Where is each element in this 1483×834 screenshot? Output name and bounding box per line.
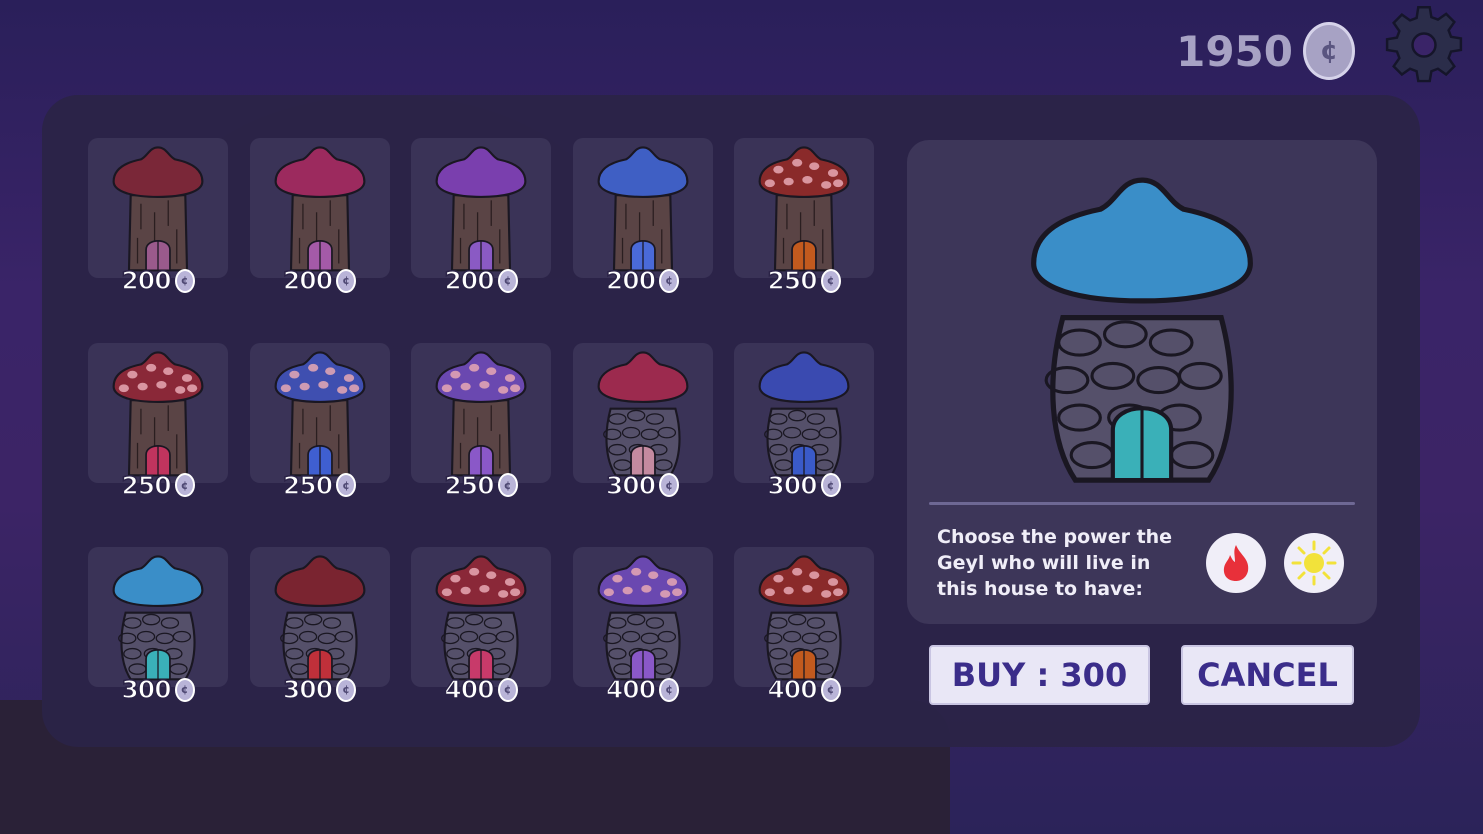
coin-icon: ¢ bbox=[1303, 22, 1355, 80]
house-price: 400 ¢ bbox=[734, 674, 874, 705]
house-image bbox=[758, 555, 850, 681]
divider bbox=[929, 502, 1355, 505]
house-image bbox=[597, 146, 688, 272]
house-image bbox=[758, 350, 850, 476]
house-image bbox=[274, 555, 365, 681]
price-value: 250 bbox=[444, 470, 496, 501]
cancel-button-label: CANCEL bbox=[1197, 656, 1338, 694]
currency-display: 1950 ¢ bbox=[1176, 22, 1355, 80]
house-price: 200 ¢ bbox=[573, 265, 713, 296]
house-card[interactable]: 400 ¢ bbox=[734, 547, 874, 705]
house-price: 400 ¢ bbox=[573, 674, 713, 705]
buy-button[interactable]: BUY : 300 bbox=[929, 645, 1150, 705]
price-value: 200 bbox=[282, 265, 334, 296]
cancel-button[interactable]: CANCEL bbox=[1181, 645, 1354, 705]
house-price: 250 ¢ bbox=[250, 470, 390, 501]
power-prompt: Choose the power the Geyl who will live … bbox=[937, 526, 1173, 600]
house-card[interactable]: 250 ¢ bbox=[411, 342, 551, 500]
price-value: 250 bbox=[121, 470, 173, 501]
fire-icon bbox=[1223, 545, 1249, 581]
house-price: 200 ¢ bbox=[411, 265, 551, 296]
house-card[interactable]: 400 ¢ bbox=[411, 547, 551, 705]
price-value: 300 bbox=[282, 674, 334, 705]
price-value: 300 bbox=[605, 470, 657, 501]
coin-icon: ¢ bbox=[174, 268, 195, 293]
house-price: 300 ¢ bbox=[88, 674, 228, 705]
house-image bbox=[274, 146, 365, 272]
coin-icon: ¢ bbox=[497, 268, 518, 293]
coin-icon: ¢ bbox=[336, 473, 357, 497]
house-price: 300 ¢ bbox=[734, 470, 874, 501]
fire-power-button[interactable] bbox=[1206, 533, 1266, 593]
coin-icon: ¢ bbox=[497, 473, 518, 497]
price-value: 300 bbox=[121, 674, 173, 705]
house-image bbox=[274, 350, 365, 476]
coin-icon: ¢ bbox=[336, 268, 357, 293]
house-image bbox=[435, 146, 527, 272]
coin-icon: ¢ bbox=[174, 677, 195, 702]
currency-amount: 1950 bbox=[1176, 26, 1293, 76]
house-price: 300 ¢ bbox=[250, 674, 390, 705]
house-card[interactable]: 200 ¢ bbox=[411, 138, 551, 296]
house-image bbox=[435, 555, 527, 681]
coin-icon: ¢ bbox=[497, 677, 518, 702]
house-card[interactable]: 300 ¢ bbox=[249, 547, 390, 705]
house-card[interactable]: 200 ¢ bbox=[572, 138, 713, 296]
coin-icon: ¢ bbox=[659, 268, 680, 293]
house-card[interactable]: 200 ¢ bbox=[249, 138, 390, 296]
preview-house-image bbox=[1031, 177, 1253, 483]
price-value: 400 bbox=[605, 674, 657, 705]
light-power-button[interactable] bbox=[1284, 533, 1344, 593]
house-price: 250 ¢ bbox=[411, 470, 551, 501]
price-value: 400 bbox=[444, 674, 496, 705]
house-image bbox=[112, 350, 204, 476]
house-card[interactable]: 200 ¢ bbox=[88, 138, 228, 296]
house-image bbox=[112, 555, 204, 681]
house-card[interactable]: 400 ¢ bbox=[572, 547, 713, 705]
price-value: 400 bbox=[767, 674, 819, 705]
coin-icon: ¢ bbox=[659, 473, 680, 497]
price-value: 250 bbox=[282, 470, 334, 501]
coin-icon: ¢ bbox=[820, 268, 841, 293]
house-price: 250 ¢ bbox=[734, 265, 874, 296]
coin-icon: ¢ bbox=[174, 473, 195, 497]
house-card[interactable]: 300 ¢ bbox=[572, 342, 713, 500]
price-value: 200 bbox=[121, 265, 173, 296]
house-card[interactable]: 250 ¢ bbox=[734, 138, 874, 296]
sun-icon bbox=[1291, 540, 1337, 586]
house-price: 250 ¢ bbox=[88, 470, 228, 501]
settings-gear-icon[interactable] bbox=[1383, 4, 1465, 86]
price-value: 200 bbox=[605, 265, 657, 296]
house-price: 300 ¢ bbox=[573, 470, 713, 501]
coin-icon: ¢ bbox=[336, 677, 357, 702]
house-image bbox=[597, 350, 688, 476]
coin-icon: ¢ bbox=[820, 677, 841, 702]
price-value: 300 bbox=[767, 470, 819, 501]
house-card[interactable]: 250 ¢ bbox=[88, 342, 228, 500]
house-price: 200 ¢ bbox=[250, 265, 390, 296]
coin-icon: ¢ bbox=[820, 473, 841, 497]
house-image bbox=[435, 350, 527, 476]
house-image bbox=[112, 146, 204, 272]
price-value: 200 bbox=[444, 265, 496, 296]
house-preview-panel: Choose the power the Geyl who will live … bbox=[907, 140, 1377, 624]
buy-button-label: BUY : 300 bbox=[951, 656, 1128, 694]
house-card[interactable]: 250 ¢ bbox=[249, 342, 390, 500]
house-price: 400 ¢ bbox=[411, 674, 551, 705]
house-image bbox=[597, 555, 688, 681]
house-card[interactable]: 300 ¢ bbox=[734, 342, 874, 500]
house-image bbox=[758, 146, 850, 272]
house-price: 200 ¢ bbox=[88, 265, 228, 296]
coin-icon: ¢ bbox=[659, 677, 680, 702]
price-value: 250 bbox=[767, 265, 819, 296]
house-card[interactable]: 300 ¢ bbox=[88, 547, 228, 705]
